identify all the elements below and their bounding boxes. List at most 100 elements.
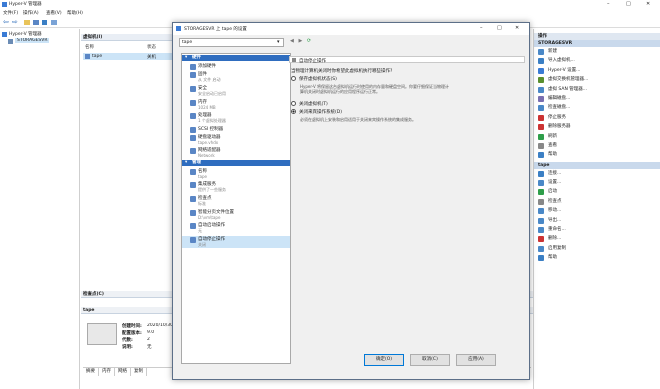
action-item[interactable]: 启动 [534, 187, 660, 196]
settings-item[interactable]: 集成服务 提供了一些服务 [182, 181, 290, 193]
action-item[interactable]: 帮助 [534, 150, 660, 159]
action-icon [538, 142, 544, 149]
dialog-close-icon[interactable]: ✕ [515, 25, 519, 31]
detail-value-notes: 无 [147, 345, 152, 350]
settings-item[interactable]: 添加硬件 [182, 63, 290, 70]
forward-icon[interactable]: ⇨ [12, 18, 18, 26]
action-item[interactable]: 新建 [534, 47, 660, 56]
minimize-icon[interactable]: – [607, 1, 610, 7]
settings-item[interactable]: 固件从 文件 启动 [182, 71, 290, 83]
vm-selector[interactable]: tape ▾ [179, 38, 284, 47]
expand-mgmt-icon[interactable]: ▾ [185, 160, 187, 166]
actions-server-group[interactable]: STORAGESVR [534, 40, 660, 47]
detail-value-generation: 2 [147, 337, 150, 342]
column-name[interactable]: 名称 [85, 44, 94, 50]
settings-item[interactable]: 内存 1024 MB [182, 99, 290, 110]
panel-icon[interactable] [51, 20, 57, 25]
expand-hw-icon[interactable]: ▾ [185, 55, 187, 61]
action-item[interactable]: 帮助 [534, 253, 660, 262]
settings-item-icon [190, 126, 196, 133]
settings-item[interactable]: 自动启动操作无 [182, 222, 290, 234]
action-item[interactable]: 移动... [534, 206, 660, 215]
settings-item[interactable]: 检查点 标准 [182, 195, 290, 207]
tab-replication[interactable]: 复制 [131, 368, 147, 376]
vm-icon [85, 54, 90, 59]
action-item[interactable]: Hyper-V 设置... [534, 66, 660, 75]
action-item[interactable]: 刷新 [534, 132, 660, 141]
dialog-minimize-icon[interactable]: – [480, 25, 483, 31]
radio-turn-off[interactable] [291, 101, 296, 106]
close-icon[interactable]: ✕ [646, 1, 650, 7]
action-item[interactable]: 虚拟交换机管理器... [534, 75, 660, 84]
help-icon[interactable] [42, 20, 47, 25]
server-actions-list: 新建 导入虚拟机... Hyper-V 设置... 虚拟交换机管理器... 虚拟 SAN… [534, 47, 660, 160]
menu-bar: 文件(F) 操作(A) 查看(V) 帮助(H) [0, 9, 660, 17]
action-item[interactable]: 删除服务器 [534, 122, 660, 131]
option-shutdown[interactable]: 关闭来宾操作系统(D) [291, 109, 342, 115]
action-item[interactable]: 检查磁盘... [534, 103, 660, 112]
settings-item[interactable]: 智能分页文件位置 D:\vm\tape [182, 209, 290, 220]
action-icon [538, 189, 544, 196]
action-item[interactable]: 停止服务 [534, 113, 660, 122]
radio-save-state[interactable] [291, 76, 296, 81]
settings-item-icon [190, 236, 196, 243]
action-item[interactable]: 检查点 [534, 197, 660, 206]
action-item[interactable]: 删除... [534, 234, 660, 243]
tab-summary[interactable]: 摘要 [83, 368, 99, 376]
settings-item[interactable]: 安全 安全启动已启用 [182, 85, 290, 97]
action-icon [538, 245, 544, 252]
maximize-icon[interactable]: □ [626, 1, 631, 7]
settings-item[interactable]: 自动停止操作 关闭 [182, 236, 290, 248]
settings-item-label: SCSI 控制器 [198, 127, 224, 132]
management-section[interactable]: ▾ 管理 [182, 160, 290, 166]
tab-memory[interactable]: 内存 [99, 368, 115, 376]
action-item[interactable]: 虚拟 SAN 管理器... [534, 85, 660, 94]
tree-root[interactable]: Hyper-V 管理器 [9, 31, 42, 37]
dialog-maximize-icon[interactable]: □ [497, 25, 502, 31]
column-state[interactable]: 状态 [147, 44, 156, 50]
actions-vm-group[interactable]: tape [534, 161, 660, 169]
dialog-title-bar: STORAGESVR 上 tape 的设置 – □ ✕ [173, 23, 529, 35]
cancel-button[interactable]: 取消(C) [410, 354, 450, 366]
vm-state: 关机 [147, 55, 156, 60]
menu-view[interactable]: 查看(V) [46, 10, 62, 16]
action-item[interactable]: 连接... [534, 169, 660, 178]
tab-network[interactable]: 网络 [115, 368, 131, 376]
settings-item-label: 自动启动操作 [198, 223, 225, 228]
settings-item[interactable]: SCSI 控制器 [182, 126, 290, 133]
option-turn-off[interactable]: 关闭虚拟机(T) [291, 101, 328, 107]
menu-file[interactable]: 文件(F) [3, 10, 18, 16]
hardware-items: 添加硬件 固件从 文件 启动 安全 安全启动已启用 内存 1024 MB 处理器 1 个虚拟处… [182, 63, 290, 158]
action-item[interactable]: 重命名... [534, 225, 660, 234]
action-label: 帮助 [548, 152, 557, 158]
apply-button[interactable]: 应用(A) [456, 354, 496, 366]
settings-item[interactable]: 硬盘驱动器 tape.vhdx [182, 134, 290, 145]
option-save-state[interactable]: 保存虚拟机状态(S) [291, 76, 337, 82]
hardware-section[interactable]: ▾ 硬件 [182, 55, 290, 61]
ok-button[interactable]: 确定(O) [364, 354, 404, 366]
action-icon [538, 58, 544, 65]
settings-item[interactable]: 网络适配器 Network [182, 147, 290, 158]
refresh-icon[interactable]: ⟳ [307, 38, 311, 44]
menu-help[interactable]: 帮助(H) [67, 10, 83, 16]
action-label: 删除... [548, 236, 562, 242]
console-icon[interactable] [33, 20, 39, 25]
action-item[interactable]: 启用复制 [534, 244, 660, 253]
action-item[interactable]: 导出... [534, 216, 660, 225]
folder-icon[interactable] [24, 20, 30, 25]
settings-item[interactable]: 名称 tape [182, 168, 290, 179]
tree-server[interactable]: STORAGESVR [15, 38, 50, 43]
next-icon[interactable]: ▶ [298, 38, 302, 44]
action-item[interactable]: 编辑磁盘... [534, 94, 660, 103]
action-item[interactable]: 导入虚拟机... [534, 56, 660, 65]
menu-action[interactable]: 操作(A) [23, 10, 39, 16]
action-item[interactable]: 设置... [534, 178, 660, 187]
action-icon [538, 198, 544, 205]
back-icon[interactable]: ⇦ [3, 18, 9, 26]
prev-icon[interactable]: ◀ [290, 38, 294, 44]
settings-content: 自动停止操作 当物理计算机关闭时你希望此虚拟机执行哪些操作? 保存虚拟机状态(S… [289, 53, 527, 359]
radio-shutdown[interactable] [291, 109, 296, 114]
settings-item[interactable]: 处理器 1 个虚拟处理器 [182, 112, 290, 124]
action-item[interactable]: 查看 [534, 141, 660, 150]
hyperv-app-icon [2, 2, 7, 7]
